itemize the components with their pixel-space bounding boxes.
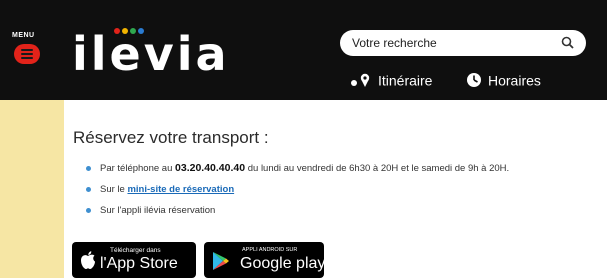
app-text: Sur l'appli ilévia réservation bbox=[100, 205, 216, 216]
page-title: Réservez votre transport : bbox=[73, 128, 269, 147]
google-play-button[interactable]: APPLI ANDROID SUR Google play bbox=[204, 242, 326, 278]
app-store-small-label: Télécharger dans bbox=[110, 247, 161, 254]
nav-horaires[interactable]: Horaires bbox=[466, 70, 541, 88]
menu-button[interactable]: MENU bbox=[12, 20, 48, 70]
list-item-phone: Par téléphone au 03.20.40.40.40 du lundi… bbox=[86, 162, 509, 183]
site-header: MENU ilevia Votre recherche Itinéraire H… bbox=[0, 0, 607, 100]
phone-hours: du lundi au vendredi de 6h30 à 20H et le… bbox=[245, 163, 510, 174]
app-store-label: l'App Store bbox=[100, 255, 178, 272]
logo-dots-icon bbox=[114, 28, 144, 36]
reservation-options-list: Par téléphone au 03.20.40.40.40 du lundi… bbox=[86, 162, 509, 225]
mini-site-link[interactable]: mini-site de réservation bbox=[127, 184, 234, 195]
apple-icon bbox=[81, 251, 95, 269]
route-pin-icon bbox=[351, 74, 370, 88]
list-item-app: Sur l'appli ilévia réservation bbox=[86, 204, 509, 225]
search-placeholder: Votre recherche bbox=[352, 36, 437, 50]
phone-prefix: Par téléphone au bbox=[100, 163, 176, 174]
google-play-icon bbox=[213, 252, 229, 270]
nav-itineraire[interactable]: Itinéraire bbox=[350, 70, 432, 88]
ilevia-logo[interactable]: ilevia bbox=[72, 24, 230, 84]
app-store-button[interactable]: Télécharger dans l'App Store bbox=[72, 242, 196, 278]
google-play-label: Google play bbox=[240, 255, 326, 272]
phone-number: 03.20.40.40.40 bbox=[175, 162, 246, 174]
search-icon[interactable] bbox=[560, 35, 576, 51]
nav-itineraire-label: Itinéraire bbox=[378, 72, 433, 89]
bullet-icon bbox=[86, 187, 91, 192]
list-item-site: Sur le mini-site de réservation bbox=[86, 183, 509, 204]
clock-icon bbox=[467, 73, 481, 88]
search-input[interactable]: Votre recherche bbox=[340, 30, 586, 56]
menu-label: MENU bbox=[12, 32, 35, 39]
hamburger-icon bbox=[14, 44, 40, 64]
site-prefix: Sur le bbox=[100, 184, 128, 195]
nav-horaires-label: Horaires bbox=[488, 72, 541, 89]
bullet-icon bbox=[86, 166, 91, 171]
google-play-small-label: APPLI ANDROID SUR bbox=[242, 247, 298, 253]
main-content: Réservez votre transport : Par téléphone… bbox=[64, 100, 607, 278]
bullet-icon bbox=[86, 208, 91, 213]
